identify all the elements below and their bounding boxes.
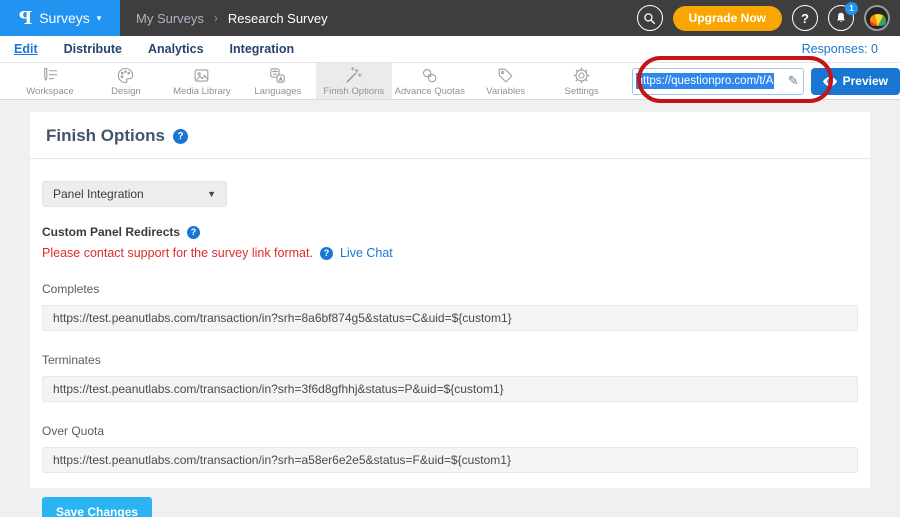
breadcrumb-survey-name: Research Survey [228,11,328,26]
search-icon [643,12,656,25]
upgrade-now-button[interactable]: Upgrade Now [673,6,782,31]
responses-count[interactable]: Responses: 0 [802,42,886,56]
toolbar-tab-variables[interactable]: Variables [468,63,544,99]
search-button[interactable] [637,5,663,31]
nav-tab-analytics[interactable]: Analytics [148,42,204,56]
top-bar: P Surveys ▾ My Surveys › Research Survey… [0,0,900,36]
workspace-icon [40,66,59,85]
over-quota-input[interactable]: https://test.peanutlabs.com/transaction/… [42,447,858,473]
toolbar-tab-settings[interactable]: Settings [544,63,620,99]
bell-icon [834,11,848,25]
notifications-button[interactable]: 1 [828,5,854,31]
edit-toolbar: Workspace Design Media Library Languages… [0,62,900,100]
over-quota-label: Over Quota [42,424,854,438]
toolbar-tab-design[interactable]: Design [88,63,164,99]
nav-tab-edit[interactable]: Edit [14,42,38,56]
question-icon: ? [801,11,809,26]
custom-panel-redirects-row: Custom Panel Redirects ? [42,225,854,239]
help-button[interactable]: ? [792,5,818,31]
terminates-label: Terminates [42,353,854,367]
eye-icon [823,76,837,87]
top-bar-actions: Upgrade Now ? 1 [637,5,900,31]
toolbar-tab-languages[interactable]: Languages [240,63,316,99]
product-switcher[interactable]: P Surveys ▾ [0,0,120,36]
live-chat-help-icon[interactable]: ? [320,247,333,260]
card-header: Finish Options ? [30,112,870,159]
avatar-image [870,14,886,26]
card-body: Panel Integration ▼ Custom Panel Redirec… [30,159,870,517]
survey-url-selected-text: https://questionpro.com/t/A [636,73,775,89]
breadcrumb-my-surveys[interactable]: My Surveys [136,11,204,26]
main-content: Finish Options ? Panel Integration ▼ Cus… [0,100,900,517]
survey-url-area: https://questionpro.com/t/A ✎ Preview [632,63,900,99]
live-chat-link[interactable]: Live Chat [340,246,393,260]
breadcrumb: My Surveys › Research Survey [136,11,328,26]
product-name: Surveys [39,10,90,26]
user-avatar[interactable] [864,5,890,31]
redirects-help-icon[interactable]: ? [187,226,200,239]
magic-wand-icon [344,66,363,85]
support-note-row: Please contact support for the survey li… [42,246,854,260]
toolbar-tab-media-library[interactable]: Media Library [164,63,240,99]
questionpro-logo-icon: P [19,8,33,29]
preview-button[interactable]: Preview [811,68,900,95]
toolbar-tab-advance-quotas[interactable]: Advance Quotas [392,63,468,99]
completes-input[interactable]: https://test.peanutlabs.com/transaction/… [42,305,858,331]
notification-badge: 1 [845,2,858,15]
section-title: Custom Panel Redirects [42,225,180,239]
toolbar-tab-workspace[interactable]: Workspace [12,63,88,99]
design-palette-icon [116,66,135,85]
panel-integration-dropdown[interactable]: Panel Integration ▼ [42,181,227,207]
chevron-down-icon: ▾ [97,13,102,24]
page-title: Finish Options [46,126,165,146]
nav-tab-distribute[interactable]: Distribute [64,42,122,56]
save-changes-button[interactable]: Save Changes [42,497,152,517]
finish-options-help-icon[interactable]: ? [173,129,188,144]
toolbar-tab-finish-options[interactable]: Finish Options [316,63,392,99]
survey-nav-row: Edit Distribute Analytics Integration Re… [0,36,900,62]
tag-icon [496,66,515,85]
terminates-input[interactable]: https://test.peanutlabs.com/transaction/… [42,376,858,402]
completes-label: Completes [42,282,854,296]
support-note-text: Please contact support for the survey li… [42,246,313,260]
survey-nav-links: Edit Distribute Analytics Integration [14,42,294,56]
gear-icon [572,66,591,85]
dropdown-caret-icon: ▼ [207,189,216,199]
chain-links-icon [420,66,439,85]
app-window: P Surveys ▾ My Surveys › Research Survey… [0,0,900,517]
breadcrumb-separator: › [214,11,218,25]
translate-icon [268,66,287,85]
survey-url-input[interactable]: https://questionpro.com/t/A ✎ [632,68,804,95]
nav-tab-integration[interactable]: Integration [230,42,295,56]
image-icon [192,66,211,85]
finish-options-card: Finish Options ? Panel Integration ▼ Cus… [30,112,870,488]
edit-url-pencil-icon[interactable]: ✎ [788,73,799,89]
